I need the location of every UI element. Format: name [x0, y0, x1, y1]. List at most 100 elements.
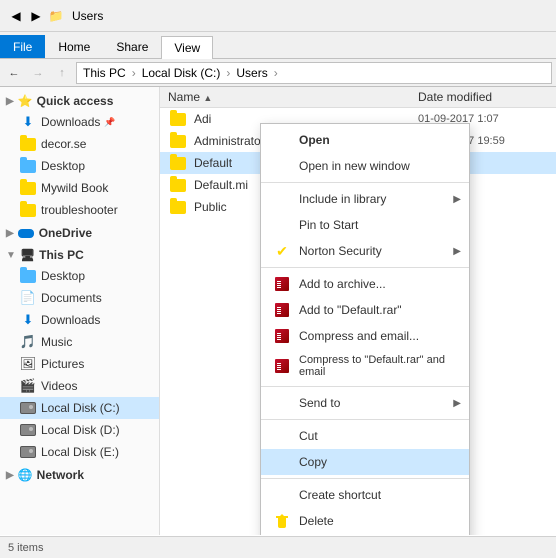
troubleshooter-folder-icon: [20, 202, 36, 218]
path-local-disk[interactable]: Local Disk (C:): [142, 66, 221, 80]
path-users[interactable]: Users: [236, 66, 267, 80]
sidebar: ▶ ⭐ Quick access ⬇ Downloads 📌 decor.se: [0, 87, 160, 535]
path-sep-3: ›: [274, 66, 278, 80]
ctx-send-to[interactable]: Send to ▶: [261, 390, 469, 416]
ctx-open-new-window-icon: [273, 158, 291, 174]
ctx-norton[interactable]: ✔ Norton Security ▶: [261, 238, 469, 264]
ribbon: File Home Share View: [0, 32, 556, 59]
ctx-sep-5: [261, 478, 469, 479]
back-button[interactable]: ←: [4, 63, 24, 83]
col-header-name[interactable]: Name ▲: [168, 90, 418, 104]
sidebar-item-local-disk-d[interactable]: Local Disk (D:): [0, 419, 159, 441]
status-bar: 5 items: [0, 536, 556, 558]
path-this-pc[interactable]: This PC: [83, 66, 126, 80]
sidebar-item-desktop-quick[interactable]: Desktop: [0, 155, 159, 177]
sidebar-header-quick-access[interactable]: ▶ ⭐ Quick access: [0, 91, 159, 111]
ctx-open-new-window[interactable]: Open in new window: [261, 153, 469, 179]
ctx-copy-icon: [273, 454, 291, 470]
norton-icon: ✔: [273, 243, 291, 259]
ctx-create-shortcut-icon: [273, 487, 291, 503]
sidebar-section-onedrive: ▶ OneDrive: [0, 223, 159, 243]
pictures-icon: 🖼: [20, 356, 36, 372]
ctx-cut-icon: [273, 428, 291, 444]
ctx-compress-default-email-label: Compress to "Default.rar" and email: [299, 354, 453, 378]
file-list-header: Name ▲ Date modified: [160, 87, 556, 108]
forward-icon: ▶: [28, 8, 44, 24]
sidebar-item-decorse[interactable]: decor.se: [0, 133, 159, 155]
ctx-compress-email[interactable]: Compress and email...: [261, 323, 469, 349]
col-header-date[interactable]: Date modified: [418, 90, 548, 104]
ctx-copy[interactable]: Copy: [261, 449, 469, 475]
sidebar-item-local-disk-c[interactable]: Local Disk (C:): [0, 397, 159, 419]
sidebar-item-local-disk-e[interactable]: Local Disk (E:): [0, 441, 159, 463]
sidebar-item-desktop-pc[interactable]: Desktop: [0, 265, 159, 287]
tab-file[interactable]: File: [0, 35, 45, 58]
drive-c-icon: [20, 400, 36, 416]
ctx-compress-default-email-icon: [273, 358, 291, 374]
sidebar-item-downloads-quick[interactable]: ⬇ Downloads 📌: [0, 111, 159, 133]
sidebar-section-thispc: ▼ 🖥 This PC Desktop 📄 Documents ⬇: [0, 245, 159, 463]
ctx-compress-email-label: Compress and email...: [299, 329, 453, 343]
sidebar-item-mywild[interactable]: Mywild Book: [0, 177, 159, 199]
ctx-delete[interactable]: Delete: [261, 508, 469, 534]
address-bar: ← → ↑ This PC › Local Disk (C:) › Users …: [0, 59, 556, 87]
ctx-cut[interactable]: Cut: [261, 423, 469, 449]
sidebar-section-network: ▶ 🌐 Network: [0, 465, 159, 485]
ctx-open-icon: [273, 132, 291, 148]
sidebar-header-thispc[interactable]: ▼ 🖥 This PC: [0, 245, 159, 265]
folder-icon: 📁: [48, 8, 64, 24]
address-path[interactable]: This PC › Local Disk (C:) › Users ›: [76, 62, 552, 84]
ctx-send-to-label: Send to: [299, 396, 453, 410]
sidebar-header-onedrive[interactable]: ▶ OneDrive: [0, 223, 159, 243]
context-menu: Open Open in new window Include in libra…: [260, 123, 470, 535]
expand-icon-quick-access: ▶: [6, 96, 14, 107]
sidebar-header-network[interactable]: ▶ 🌐 Network: [0, 465, 159, 485]
sidebar-item-downloads-pc[interactable]: ⬇ Downloads: [0, 309, 159, 331]
downloads-icon: ⬇: [20, 114, 36, 130]
ctx-compress-default-email[interactable]: Compress to "Default.rar" and email: [261, 349, 469, 383]
ctx-add-default-rar[interactable]: Add to "Default.rar": [261, 297, 469, 323]
back-icon: ◀: [8, 8, 24, 24]
main-area: ▶ ⭐ Quick access ⬇ Downloads 📌 decor.se: [0, 87, 556, 535]
desktop-folder-icon: [20, 158, 36, 174]
forward-button[interactable]: →: [28, 63, 48, 83]
ribbon-tabs: File Home Share View: [0, 32, 556, 58]
up-button[interactable]: ↑: [52, 63, 72, 83]
tab-home[interactable]: Home: [45, 35, 103, 58]
ctx-cut-label: Cut: [299, 429, 453, 443]
sort-arrow: ▲: [203, 93, 212, 103]
sidebar-item-troubleshooter[interactable]: troubleshooter: [0, 199, 159, 221]
title-bar-controls: ◀ ▶ 📁: [8, 8, 64, 24]
tab-share[interactable]: Share: [103, 35, 161, 58]
sidebar-item-music[interactable]: 🎵 Music: [0, 331, 159, 353]
title-bar: ◀ ▶ 📁 Users: [0, 0, 556, 32]
sidebar-downloads-label: Downloads: [41, 115, 100, 129]
ctx-send-to-icon: [273, 395, 291, 411]
ctx-open[interactable]: Open: [261, 127, 469, 153]
sidebar-item-videos[interactable]: 🎬 Videos: [0, 375, 159, 397]
ctx-rename[interactable]: Rename: [261, 534, 469, 535]
desktop-pc-icon: [20, 268, 36, 284]
ctx-include-library[interactable]: Include in library ▶: [261, 186, 469, 212]
downloads-pc-icon: ⬇: [20, 312, 36, 328]
path-sep-2: ›: [226, 66, 230, 80]
sidebar-pictures-label: Pictures: [41, 357, 84, 371]
expand-icon-network: ▶: [6, 470, 14, 481]
tab-view[interactable]: View: [161, 36, 213, 59]
expand-icon-onedrive: ▶: [6, 228, 14, 239]
ctx-create-shortcut[interactable]: Create shortcut: [261, 482, 469, 508]
sidebar-item-documents[interactable]: 📄 Documents: [0, 287, 159, 309]
documents-icon: 📄: [20, 290, 36, 306]
sidebar-local-disk-e-label: Local Disk (E:): [41, 445, 119, 459]
sidebar-item-pictures[interactable]: 🖼 Pictures: [0, 353, 159, 375]
ctx-add-archive[interactable]: Add to archive...: [261, 271, 469, 297]
ctx-open-label: Open: [299, 133, 453, 147]
expand-icon-thispc: ▼: [6, 250, 16, 261]
mywild-folder-icon: [20, 180, 36, 196]
administrator-folder-icon: [168, 133, 188, 149]
ctx-add-default-rar-icon: [273, 302, 291, 318]
ctx-pin-start[interactable]: Pin to Start: [261, 212, 469, 238]
ctx-create-shortcut-label: Create shortcut: [299, 488, 453, 502]
ctx-delete-label: Delete: [299, 514, 453, 528]
public-folder-icon: [168, 199, 188, 215]
